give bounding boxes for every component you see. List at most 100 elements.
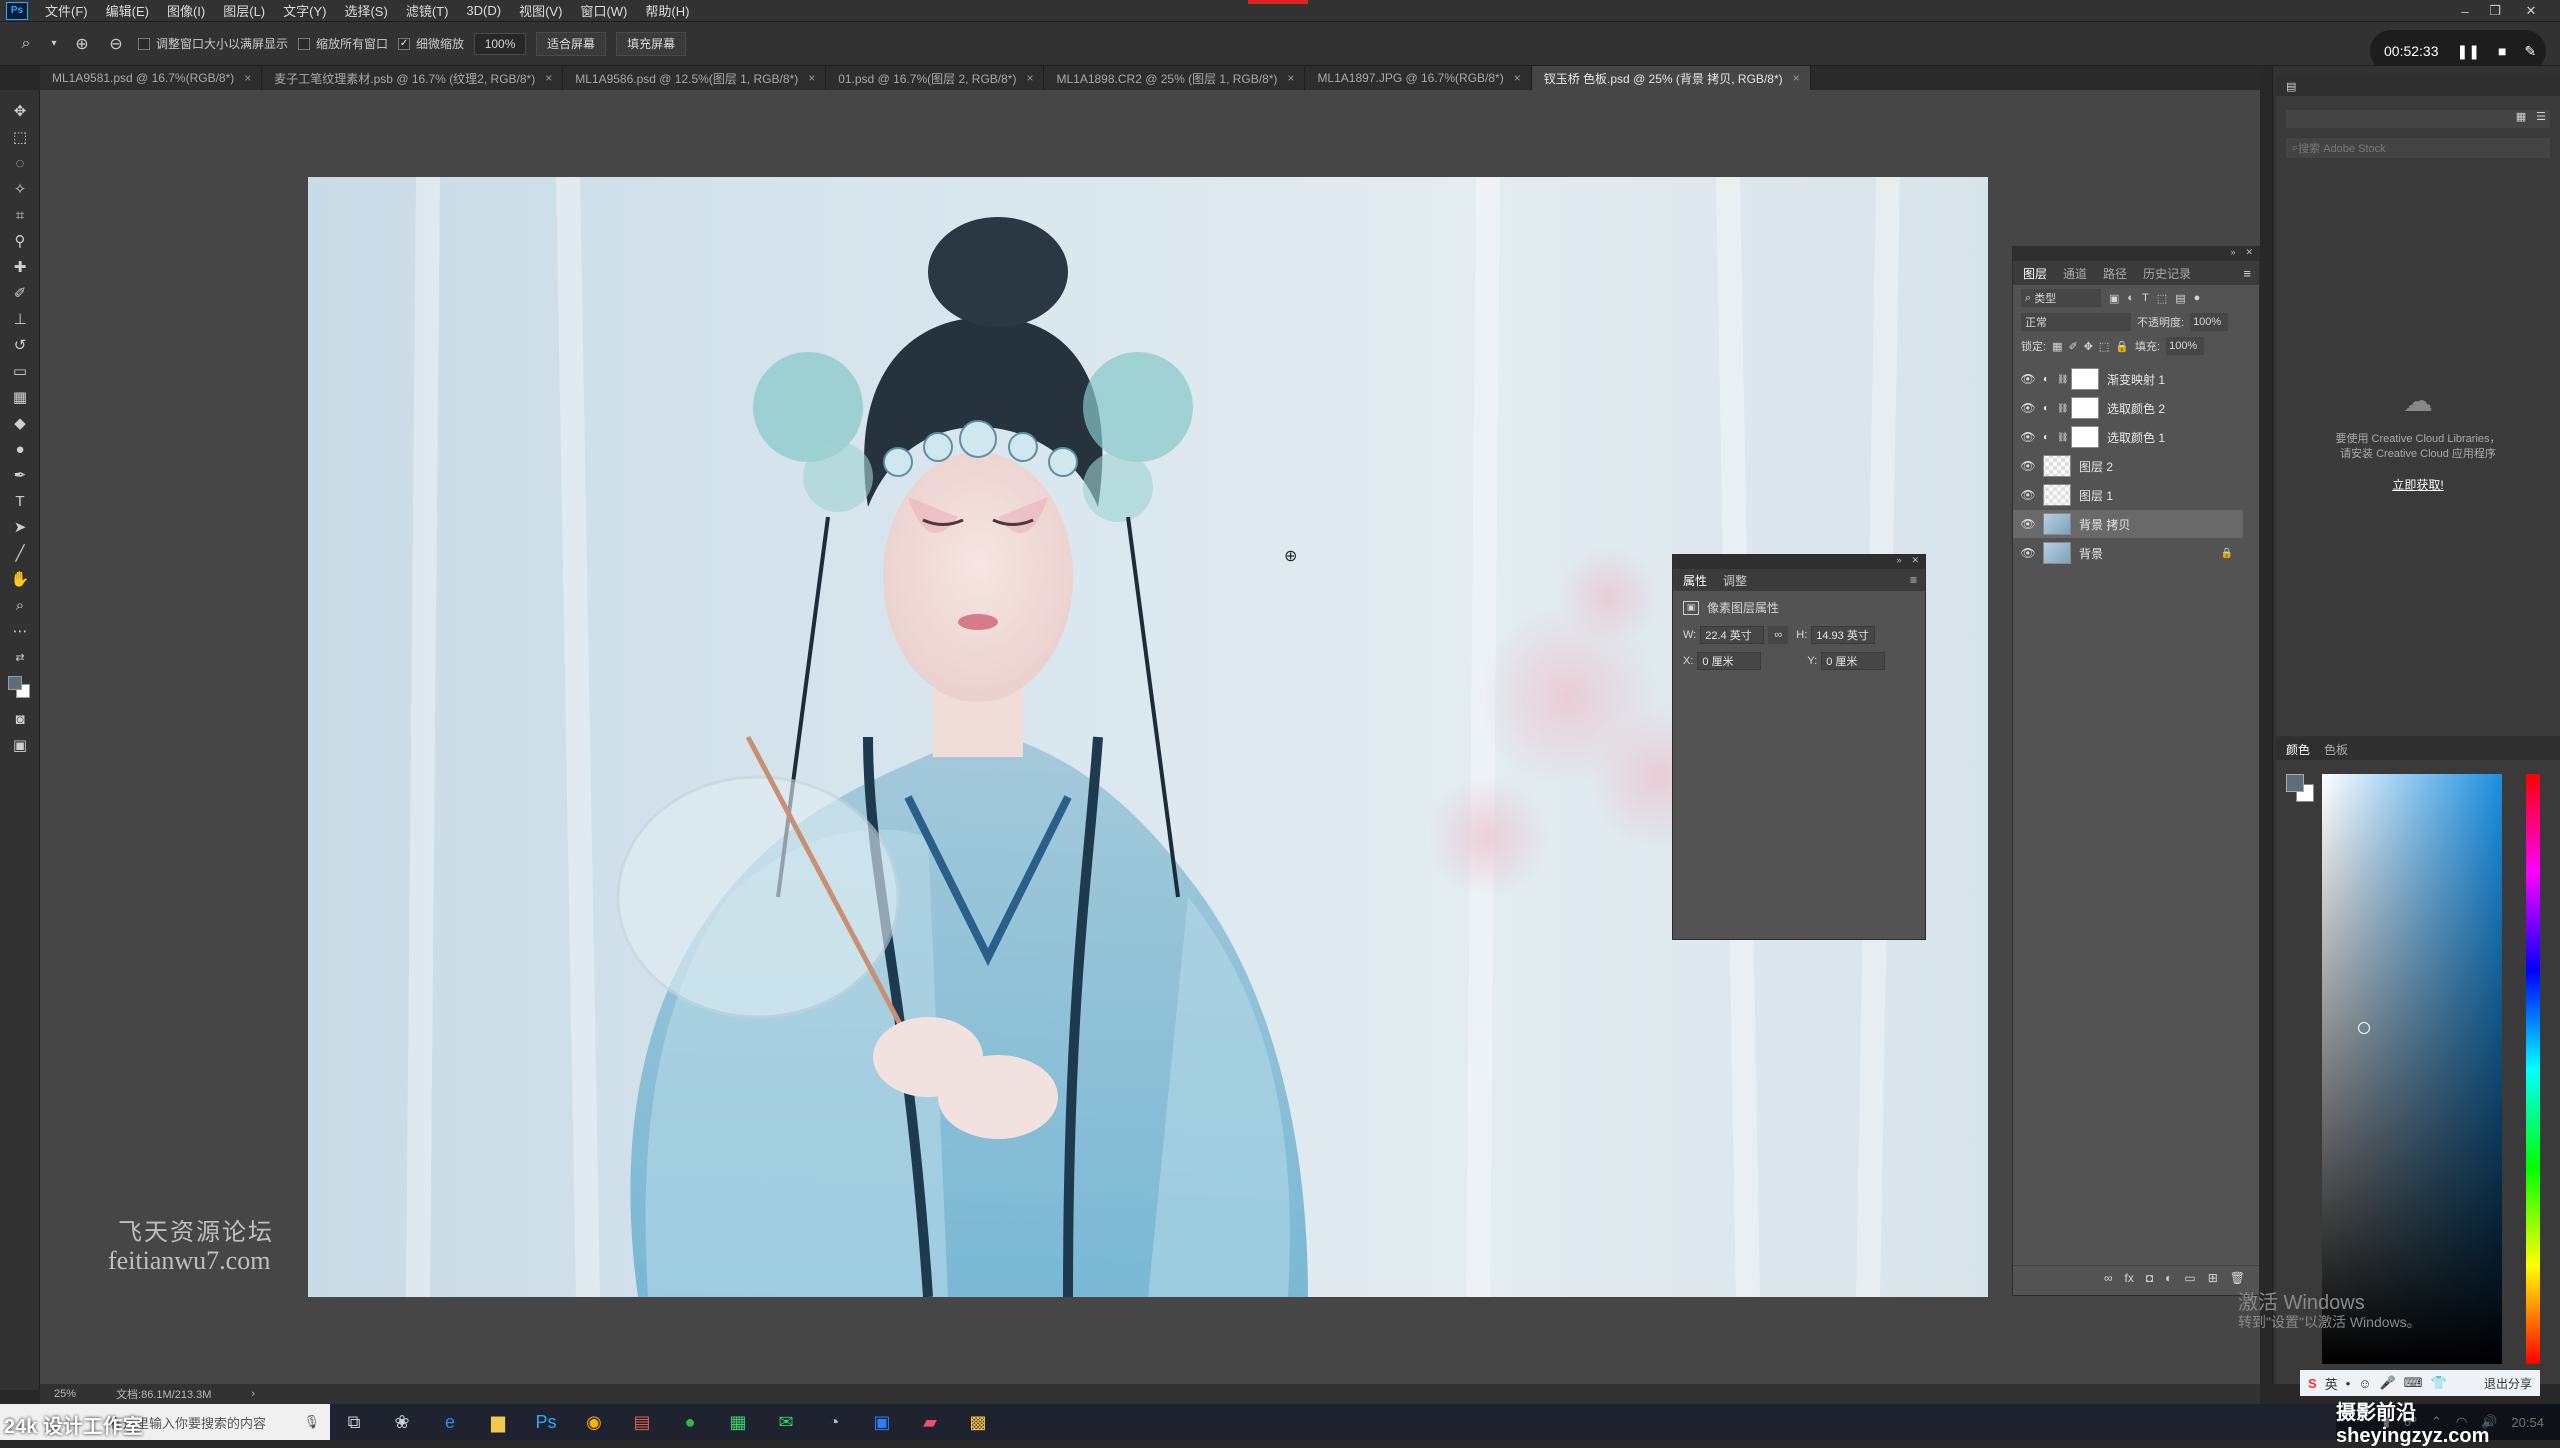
- ime-lang-icon[interactable]: 英: [2325, 1374, 2338, 1393]
- tab-document-1[interactable]: ML1A9581.psd @ 16.7%(RGB/8*) ×: [40, 66, 263, 90]
- zoom-in-icon[interactable]: ⊕: [70, 32, 94, 56]
- eraser-tool-icon[interactable]: ▭: [0, 358, 40, 384]
- lock-position-icon[interactable]: ✥: [2084, 340, 2093, 353]
- photoshop-taskbar-icon[interactable]: Ps: [522, 1404, 570, 1440]
- menu-window[interactable]: 窗口(W): [571, 1, 636, 20]
- chrome-icon[interactable]: ◉: [570, 1404, 618, 1440]
- tab-adjustments[interactable]: 调整: [1723, 572, 1747, 589]
- hue-slider[interactable]: [2526, 774, 2540, 1364]
- filter-pixel-icon[interactable]: ▣: [2109, 292, 2119, 305]
- app-red-icon[interactable]: ▤: [618, 1404, 666, 1440]
- move-tool-icon[interactable]: ✥: [0, 98, 40, 124]
- mic-icon[interactable]: 🎤: [2380, 1375, 2396, 1391]
- file-explorer-icon[interactable]: ▆: [474, 1404, 522, 1440]
- tab-document-6[interactable]: ML1A1897.JPG @ 16.7%(RGB/8*) ×: [1305, 66, 1532, 90]
- clone-stamp-tool-icon[interactable]: ⊥: [0, 306, 40, 332]
- crop-tool-icon[interactable]: ⌗: [0, 202, 40, 228]
- layer-mask-thumbnail[interactable]: [2071, 426, 2099, 448]
- menu-view[interactable]: 视图(V): [510, 1, 571, 20]
- chain-link-icon[interactable]: ⛓: [2057, 403, 2071, 414]
- panel-menu-icon[interactable]: ≡: [2243, 266, 2251, 281]
- menu-file[interactable]: 文件(F): [36, 1, 97, 20]
- chain-link-icon[interactable]: ⛓: [2057, 432, 2071, 443]
- close-icon[interactable]: ×: [1793, 71, 1800, 85]
- layer-thumbnail[interactable]: [2043, 484, 2071, 506]
- filter-type-icon[interactable]: T: [2142, 292, 2149, 304]
- layer-row[interactable]: 👁 ◐ ⛓ 选取颜色 2: [2013, 394, 2243, 422]
- new-layer-icon[interactable]: ⊞: [2208, 1271, 2218, 1285]
- close-icon[interactable]: ×: [545, 71, 552, 85]
- menu-help[interactable]: 帮助(H): [636, 1, 698, 20]
- pause-icon[interactable]: ❚❚: [2457, 43, 2480, 60]
- grid-view-icon[interactable]: ▦: [2516, 110, 2526, 128]
- fx-icon[interactable]: fx: [2125, 1271, 2134, 1285]
- layer-row[interactable]: 👁 ◐ ⛓ 渐变映射 1: [2013, 365, 2243, 393]
- fit-screen-button[interactable]: 适合屏幕: [536, 31, 607, 56]
- wechat-icon[interactable]: ✉: [762, 1404, 810, 1440]
- eye-icon[interactable]: 👁: [2013, 488, 2043, 502]
- marquee-tool-icon[interactable]: ⬚: [0, 124, 40, 150]
- menu-type[interactable]: 文字(Y): [274, 1, 335, 20]
- tab-document-5[interactable]: ML1A1898.CR2 @ 25% (图层 1, RGB/8*) ×: [1044, 66, 1306, 90]
- layer-thumbnail[interactable]: [2043, 513, 2071, 535]
- pen-tool-icon[interactable]: ✒: [0, 462, 40, 488]
- tab-document-3[interactable]: ML1A9586.psd @ 12.5%(图层 1, RGB/8*) ×: [563, 66, 827, 90]
- new-group-icon[interactable]: ▭: [2184, 1271, 2195, 1285]
- tab-channels[interactable]: 通道: [2063, 265, 2087, 282]
- filter-toggle-icon[interactable]: ●: [2194, 292, 2201, 304]
- share-exit-button[interactable]: 退出分享: [2484, 1375, 2532, 1392]
- lock-all-icon[interactable]: 🔒: [2115, 340, 2129, 353]
- eye-icon[interactable]: 👁: [2013, 517, 2043, 531]
- menu-layer[interactable]: 图层(L): [214, 1, 274, 20]
- tab-layers[interactable]: 图层: [2023, 265, 2047, 282]
- y-field[interactable]: 0 厘米: [1821, 652, 1886, 670]
- blur-tool-icon[interactable]: ◆: [0, 410, 40, 436]
- magic-wand-tool-icon[interactable]: ✧: [0, 176, 40, 202]
- app-blue-icon[interactable]: ▣: [858, 1404, 906, 1440]
- fg-bg-swatch[interactable]: [2286, 774, 2316, 804]
- screen-mode-icon[interactable]: ▣: [0, 732, 40, 758]
- layer-row[interactable]: 👁 图层 1: [2013, 481, 2243, 509]
- line-tool-icon[interactable]: ╱: [0, 540, 40, 566]
- zoom-all-checkbox[interactable]: 缩放所有窗口: [298, 35, 388, 52]
- emoji-icon[interactable]: ☺: [2358, 1376, 2371, 1391]
- task-view-icon[interactable]: ⧉: [330, 1404, 378, 1440]
- height-field[interactable]: 14.93 英寸: [1811, 626, 1876, 644]
- layer-thumbnail[interactable]: [2043, 542, 2071, 564]
- gradient-tool-icon[interactable]: ▦: [0, 384, 40, 410]
- quick-mask-icon[interactable]: ◙: [0, 706, 40, 732]
- new-adjustment-icon[interactable]: ◐: [2165, 1271, 2172, 1285]
- microphone-icon[interactable]: 🎙: [303, 1414, 320, 1430]
- filter-shape-icon[interactable]: ⬚: [2157, 292, 2167, 305]
- layer-row[interactable]: 👁 ◐ ⛓ 选取颜色 1: [2013, 423, 2243, 451]
- fill-field[interactable]: 100%: [2166, 337, 2205, 355]
- eyedropper-tool-icon[interactable]: ⚲: [0, 228, 40, 254]
- app-green-icon[interactable]: ●: [666, 1404, 714, 1440]
- collapse-icon[interactable]: »: [1896, 555, 1901, 569]
- minimize-icon[interactable]: –: [2450, 0, 2480, 22]
- list-view-icon[interactable]: ☰: [2536, 110, 2546, 128]
- healing-brush-tool-icon[interactable]: ✚: [0, 254, 40, 280]
- filter-smart-icon[interactable]: ▤: [2175, 292, 2185, 305]
- app-green-square-icon[interactable]: ▦: [714, 1404, 762, 1440]
- add-mask-icon[interactable]: ◘: [2146, 1271, 2153, 1285]
- close-icon[interactable]: ×: [808, 71, 815, 85]
- zoom-status[interactable]: 25%: [54, 1388, 76, 1400]
- stop-icon[interactable]: ■: [2498, 43, 2506, 59]
- path-selection-tool-icon[interactable]: ➤: [0, 514, 40, 540]
- app-gray-icon[interactable]: ◔: [810, 1404, 858, 1440]
- menu-image[interactable]: 图像(I): [158, 1, 214, 20]
- tab-color[interactable]: 颜色: [2286, 741, 2310, 758]
- photoshop-logo-icon[interactable]: Ps: [6, 1, 28, 20]
- link-icon[interactable]: ∞: [1768, 626, 1789, 644]
- chain-link-icon[interactable]: ⛓: [2057, 374, 2071, 385]
- layer-row[interactable]: 👁 背景 🔒: [2013, 539, 2243, 567]
- x-field[interactable]: 0 厘米: [1697, 652, 1762, 670]
- menu-filter[interactable]: 滤镜(T): [397, 1, 458, 20]
- resize-windows-checkbox[interactable]: 调整窗口大小以满屏显示: [138, 35, 288, 52]
- lock-transparency-icon[interactable]: ▦: [2052, 340, 2062, 353]
- menu-edit[interactable]: 编辑(E): [97, 1, 158, 20]
- zoom-tool-icon[interactable]: ⌕: [14, 32, 38, 56]
- widgets-icon[interactable]: ❀: [378, 1404, 426, 1440]
- width-field[interactable]: 22.4 英寸: [1700, 626, 1765, 644]
